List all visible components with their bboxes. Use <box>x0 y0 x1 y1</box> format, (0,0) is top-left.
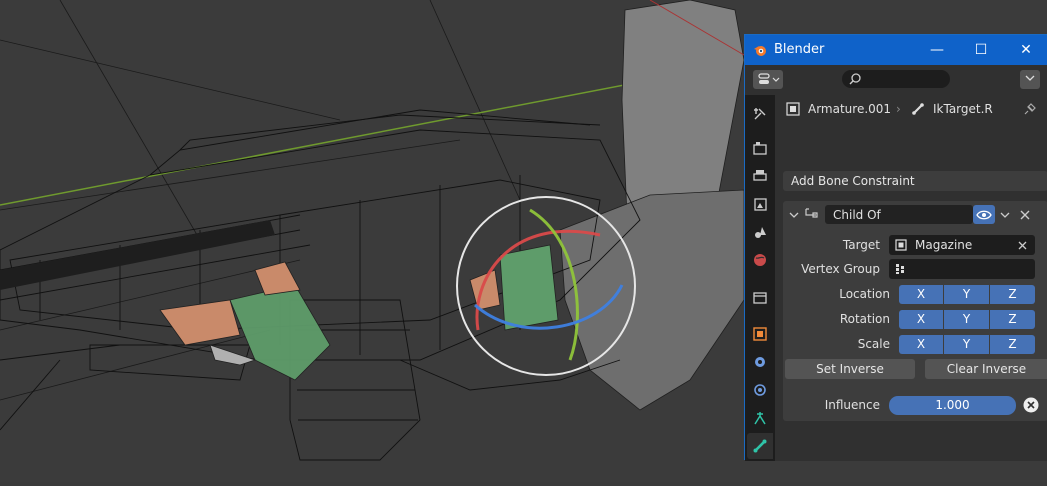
scale-x-toggle[interactable]: X <box>899 335 943 354</box>
target-field[interactable]: Magazine <box>889 235 1035 255</box>
location-z-toggle[interactable]: Z <box>990 285 1035 304</box>
modifier-icon <box>755 357 765 367</box>
add-bone-constraint-label: Add Bone Constraint <box>791 174 915 188</box>
location-x-toggle[interactable]: X <box>899 285 943 304</box>
object-icon <box>753 327 767 341</box>
properties-editor-icon <box>758 73 780 84</box>
tool-icon <box>754 108 766 120</box>
world-icon <box>754 254 766 266</box>
scale-z-toggle[interactable]: Z <box>990 335 1035 354</box>
rotation-label: Rotation <box>839 312 890 326</box>
tab-object[interactable] <box>747 321 773 347</box>
bone-icon <box>912 103 924 115</box>
breadcrumb-bone: IkTarget.R <box>933 102 993 116</box>
scale-label: Scale <box>857 337 890 351</box>
output-icon <box>753 170 767 181</box>
minimize-button[interactable]: — <box>915 35 959 65</box>
tab-bone[interactable] <box>747 433 773 459</box>
window-titlebar[interactable]: Blender — ☐ ✕ <box>745 35 1047 65</box>
render-icon <box>753 142 767 155</box>
child-of-constraint-icon <box>805 208 818 218</box>
minimize-icon: — <box>930 42 944 58</box>
rotation-x-toggle[interactable]: X <box>899 310 943 329</box>
scene-icon <box>755 227 766 238</box>
chevron-down-icon[interactable] <box>1000 210 1010 220</box>
close-icon: ✕ <box>1020 42 1032 58</box>
physics-icon <box>754 384 766 396</box>
scale-y-toggle[interactable]: Y <box>944 335 989 354</box>
properties-window[interactable]: Blender — ☐ ✕ Armature.001 › IkTarget.R … <box>744 34 1047 461</box>
vertex-group-label: Vertex Group <box>801 262 880 276</box>
editor-header <box>745 65 1047 95</box>
tab-render[interactable] <box>747 135 773 161</box>
chevron-down-icon[interactable] <box>789 210 799 220</box>
window-title: Blender <box>774 42 825 57</box>
bone-green-center <box>499 244 559 331</box>
bone-icon <box>753 439 767 453</box>
clear-inverse-button[interactable]: Clear Inverse <box>925 359 1047 379</box>
rotation-z-toggle[interactable]: Z <box>990 310 1035 329</box>
clear-icon[interactable] <box>1018 241 1027 250</box>
set-inverse-button[interactable]: Set Inverse <box>785 359 915 379</box>
rotation-y-toggle[interactable]: Y <box>944 310 989 329</box>
location-label: Location <box>839 287 890 301</box>
collection-icon <box>753 292 767 304</box>
search-icon <box>849 73 861 85</box>
disable-keep-transform-button[interactable] <box>1020 396 1042 415</box>
target-value: Magazine <box>915 238 973 252</box>
options-dropdown[interactable] <box>1020 70 1040 89</box>
breadcrumb-object: Armature.001 <box>808 102 892 116</box>
location-y-toggle[interactable]: Y <box>944 285 989 304</box>
armature-object-icon <box>786 102 800 116</box>
vertex-group-icon <box>896 264 904 274</box>
tab-view-layer[interactable] <box>747 191 773 217</box>
enable-toggle[interactable] <box>973 205 995 224</box>
influence-slider[interactable]: 1.000 <box>889 396 1016 415</box>
constraint-name: Child Of <box>833 208 881 222</box>
tab-scene[interactable] <box>747 219 773 245</box>
bone-constraint-icon <box>754 412 766 425</box>
blender-logo-icon <box>754 46 766 56</box>
maximize-button[interactable]: ☐ <box>959 35 1003 65</box>
influence-value: 1.000 <box>935 398 970 412</box>
tab-output[interactable] <box>747 163 773 189</box>
close-button[interactable]: ✕ <box>1004 35 1047 65</box>
pin-icon[interactable] <box>1023 102 1037 116</box>
tab-bone-constraint[interactable] <box>747 405 773 431</box>
view-layer-icon <box>754 198 767 211</box>
tab-tool[interactable] <box>747 101 773 127</box>
remove-constraint-icon[interactable] <box>1020 210 1030 220</box>
constraint-panel: Child Of Target Magazine Vertex Group Lo… <box>783 201 1047 421</box>
add-bone-constraint-button[interactable]: Add Bone Constraint <box>783 171 1047 191</box>
breadcrumb-separator-icon: › <box>896 102 901 116</box>
tab-world[interactable] <box>747 247 773 273</box>
properties-tabs <box>745 95 775 461</box>
object-icon <box>895 239 907 251</box>
tab-physics[interactable] <box>747 377 773 403</box>
tab-modifier[interactable] <box>747 349 773 375</box>
tab-collection[interactable] <box>747 285 773 311</box>
constraint-name-field[interactable]: Child Of <box>825 205 973 224</box>
close-circle-icon <box>1023 397 1039 413</box>
influence-label: Influence <box>824 398 880 412</box>
vertex-group-field[interactable] <box>889 259 1035 279</box>
search-input[interactable] <box>842 70 950 88</box>
properties-panel: Armature.001 › IkTarget.R Add Bone Const… <box>775 95 1047 461</box>
chevron-down-icon <box>1025 75 1035 81</box>
editor-type-dropdown[interactable] <box>753 70 783 89</box>
maximize-icon: ☐ <box>974 42 988 58</box>
eye-icon <box>976 210 992 220</box>
target-label: Target <box>842 238 880 252</box>
